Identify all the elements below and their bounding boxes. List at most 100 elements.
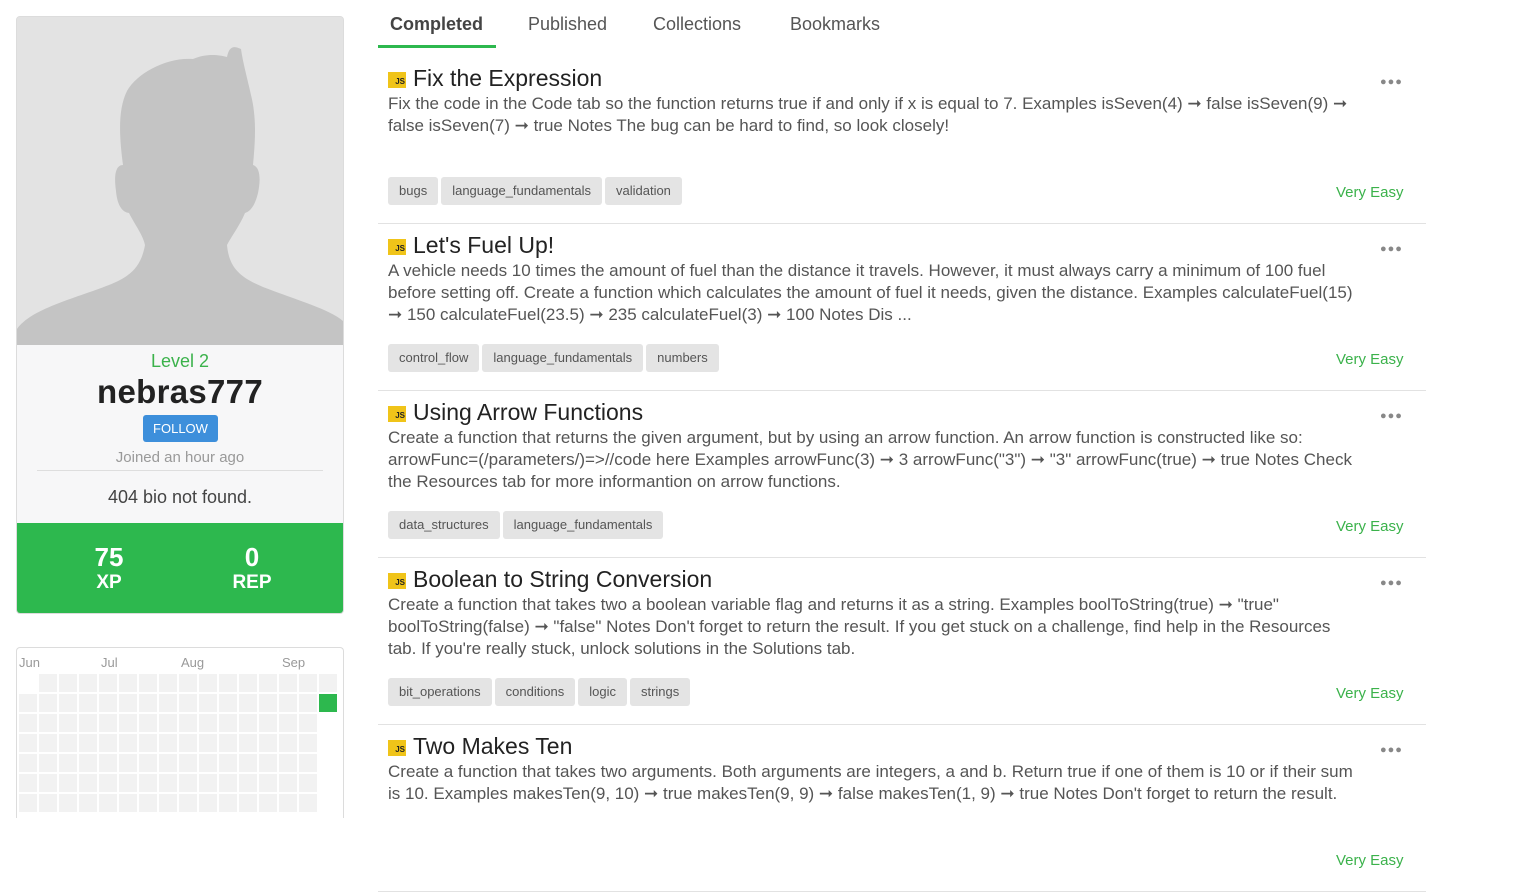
heatmap-cell	[179, 734, 197, 752]
challenge-title[interactable]: Boolean to String Conversion	[413, 566, 712, 593]
heatmap-cell	[199, 694, 217, 712]
heatmap-cell	[239, 754, 257, 772]
heatmap-cell	[139, 754, 157, 772]
heatmap-cell	[159, 754, 177, 772]
month-label: Aug	[181, 655, 205, 670]
tab-bookmarks[interactable]: Bookmarks	[790, 14, 880, 35]
tag[interactable]: conditions	[494, 678, 576, 706]
profile-card: Level 2 nebras777 FOLLOW Joined an hour …	[16, 16, 344, 614]
heatmap-cell	[159, 714, 177, 732]
challenge-card[interactable]: JS Using Arrow Functions Create a function…	[378, 391, 1426, 558]
challenge-title[interactable]: Fix the Expression	[413, 65, 602, 92]
heatmap-cell	[319, 674, 337, 692]
tag[interactable]: control_flow	[388, 344, 480, 372]
difficulty-label: Very Easy	[1336, 852, 1404, 869]
difficulty-label: Very Easy	[1336, 518, 1404, 535]
tag[interactable]: strings	[629, 678, 691, 706]
heatmap-cell	[199, 674, 217, 692]
tag[interactable]: logic	[578, 678, 627, 706]
challenge-title[interactable]: Two Makes Ten	[413, 733, 572, 760]
tag[interactable]: bugs	[388, 177, 439, 205]
level-label: Level 2	[150, 351, 210, 371]
tag[interactable]: bit_operations	[388, 678, 492, 706]
heatmap-cell	[19, 774, 37, 792]
heatmap-cell	[259, 774, 277, 792]
month-label: Sep	[282, 655, 306, 670]
heatmap-cell	[219, 674, 237, 692]
heatmap-cell	[99, 674, 117, 692]
tag-list: bugs language_fundamentals validation	[388, 177, 685, 205]
heatmap-cell	[299, 674, 317, 692]
heatmap-cell	[39, 774, 57, 792]
challenge-card[interactable]: JS Let's Fuel Up! A vehicle needs 10 times…	[378, 224, 1426, 391]
tag[interactable]: language_fundamentals	[502, 511, 664, 539]
challenge-card[interactable]: JS Fix the Expression Fix the code in the …	[378, 57, 1426, 224]
heatmap-cell	[119, 734, 137, 752]
heatmap-cell	[99, 694, 117, 712]
heatmap-cell	[319, 734, 337, 752]
tag[interactable]: validation	[604, 177, 682, 205]
more-options-icon[interactable]: ●●●	[1380, 71, 1403, 93]
tab-published[interactable]: Published	[528, 14, 607, 35]
heatmap-cell	[139, 714, 157, 732]
heatmap-cell	[59, 694, 77, 712]
heatmap-cell	[119, 674, 137, 692]
follow-button[interactable]: FOLLOW	[143, 415, 218, 442]
heatmap-cell	[219, 734, 237, 752]
challenge-card[interactable]: JS Boolean to String Conversion Create a f…	[378, 558, 1426, 725]
activity-heatmap-card: Jun Jul Aug Sep	[16, 647, 344, 818]
heatmap-cell	[259, 754, 277, 772]
more-options-icon[interactable]: ●●●	[1380, 405, 1403, 427]
joined-date: Joined an hour ago	[115, 449, 245, 466]
heatmap-cell	[79, 674, 97, 692]
heatmap-cell	[279, 674, 297, 692]
challenge-card[interactable]: JS Two Makes Ten Create a function that ta…	[378, 725, 1426, 892]
tab-completed[interactable]: Completed	[390, 14, 483, 35]
tag[interactable]: numbers	[646, 344, 719, 372]
heatmap-cell	[239, 674, 257, 692]
username[interactable]: nebras777	[17, 373, 343, 411]
tab-collections[interactable]: Collections	[653, 14, 741, 35]
heatmap-cell	[79, 734, 97, 752]
tag[interactable]: language_fundamentals	[441, 177, 602, 205]
heatmap-cell	[59, 794, 77, 812]
heatmap-cell	[219, 774, 237, 792]
challenge-title[interactable]: Let's Fuel Up!	[413, 232, 554, 259]
active-tab-indicator	[378, 45, 496, 48]
javascript-icon: JS	[388, 239, 406, 255]
heatmap-cell	[39, 794, 57, 812]
heatmap-cell	[179, 774, 197, 792]
more-options-icon[interactable]: ●●●	[1380, 739, 1403, 761]
heatmap-cell	[219, 754, 237, 772]
heatmap-cell	[279, 794, 297, 812]
tag[interactable]: data_structures	[388, 511, 500, 539]
more-options-icon[interactable]: ●●●	[1380, 238, 1403, 260]
heatmap-cell	[159, 734, 177, 752]
heatmap-cell	[19, 694, 37, 712]
heatmap-cell	[299, 754, 317, 772]
heatmap-cell	[119, 694, 137, 712]
rep-stat: 0 REP	[192, 543, 312, 595]
heatmap-cell	[19, 754, 37, 772]
heatmap-cell	[319, 754, 337, 772]
heatmap-cell	[179, 674, 197, 692]
tag[interactable]: language_fundamentals	[482, 344, 644, 372]
challenge-description: Fix the code in the Code tab so the func…	[388, 94, 1348, 135]
difficulty-label: Very Easy	[1336, 685, 1404, 702]
heatmap-cell	[199, 714, 217, 732]
heatmap-cell	[119, 754, 137, 772]
heatmap-cell	[299, 794, 317, 812]
heatmap-cell	[319, 714, 337, 732]
heatmap-cell	[179, 714, 197, 732]
profile-info: Level 2 nebras777 FOLLOW Joined an hour …	[17, 345, 343, 523]
heatmap-cell	[179, 694, 197, 712]
more-options-icon[interactable]: ●●●	[1380, 572, 1403, 594]
heatmap-cell	[279, 754, 297, 772]
rep-label: REP	[232, 572, 272, 593]
challenge-title[interactable]: Using Arrow Functions	[413, 399, 643, 426]
heatmap-cell	[99, 794, 117, 812]
heatmap-cell	[59, 714, 77, 732]
heatmap-cell	[299, 734, 317, 752]
heatmap-cell	[239, 774, 257, 792]
heatmap-cell	[299, 714, 317, 732]
